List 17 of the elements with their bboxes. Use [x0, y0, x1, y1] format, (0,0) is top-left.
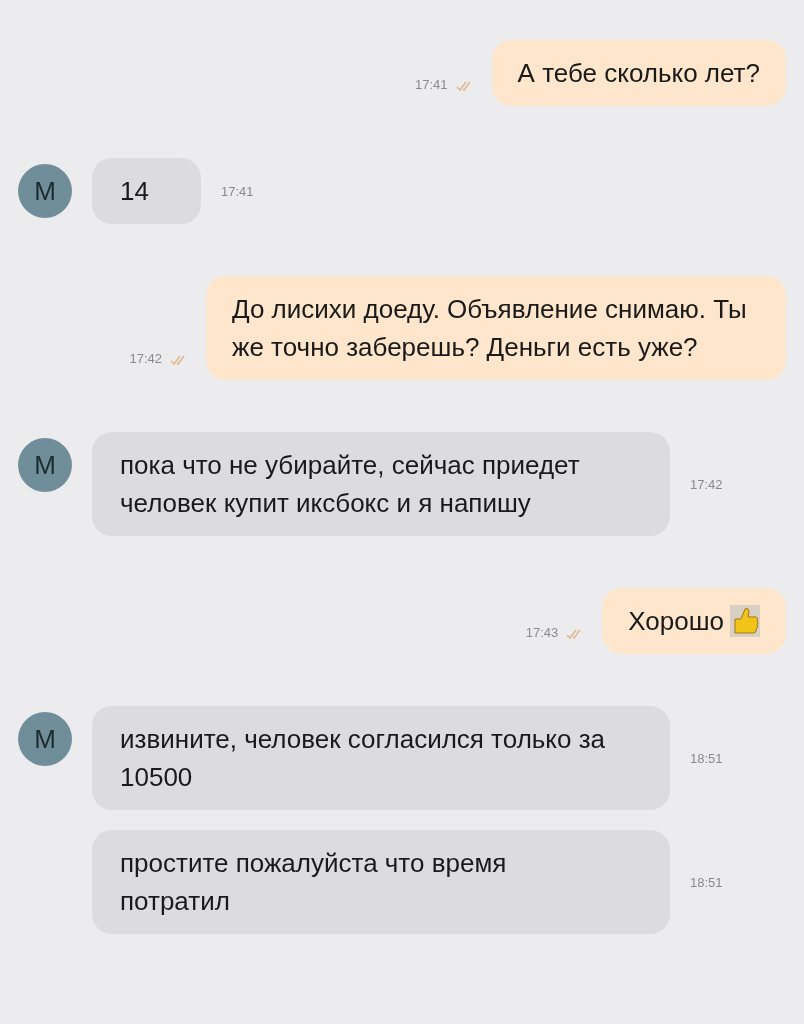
- message-text: пока что не убирайте, сейчас приедет человек купит иксбокс и я напишу: [120, 449, 581, 520]
- message-text: извините, человек согласился только за 10500: [120, 723, 607, 794]
- message-time: 17:42: [129, 351, 162, 366]
- message-time: 18:51: [690, 874, 723, 890]
- avatar[interactable]: М: [18, 712, 72, 766]
- message-text: простите пожалуйста что время потратил: [120, 847, 508, 918]
- avatar[interactable]: М: [18, 438, 72, 492]
- message-time: 17:41: [415, 77, 448, 92]
- message-time: 18:51: [690, 750, 723, 766]
- message-text: А тебе сколько лет?: [517, 57, 760, 90]
- message-text: Хорошо: [628, 605, 724, 638]
- message-time: 17:42: [690, 476, 723, 492]
- message-text: До лисихи доеду. Объявление снимаю. Ты же точно заберешь? Деньги есть уже?: [232, 293, 748, 364]
- message-time: 17:41: [220, 183, 254, 199]
- avatar[interactable]: М: [18, 164, 72, 218]
- message-time: 17:43: [525, 625, 559, 640]
- message-text: 14: [120, 175, 149, 208]
